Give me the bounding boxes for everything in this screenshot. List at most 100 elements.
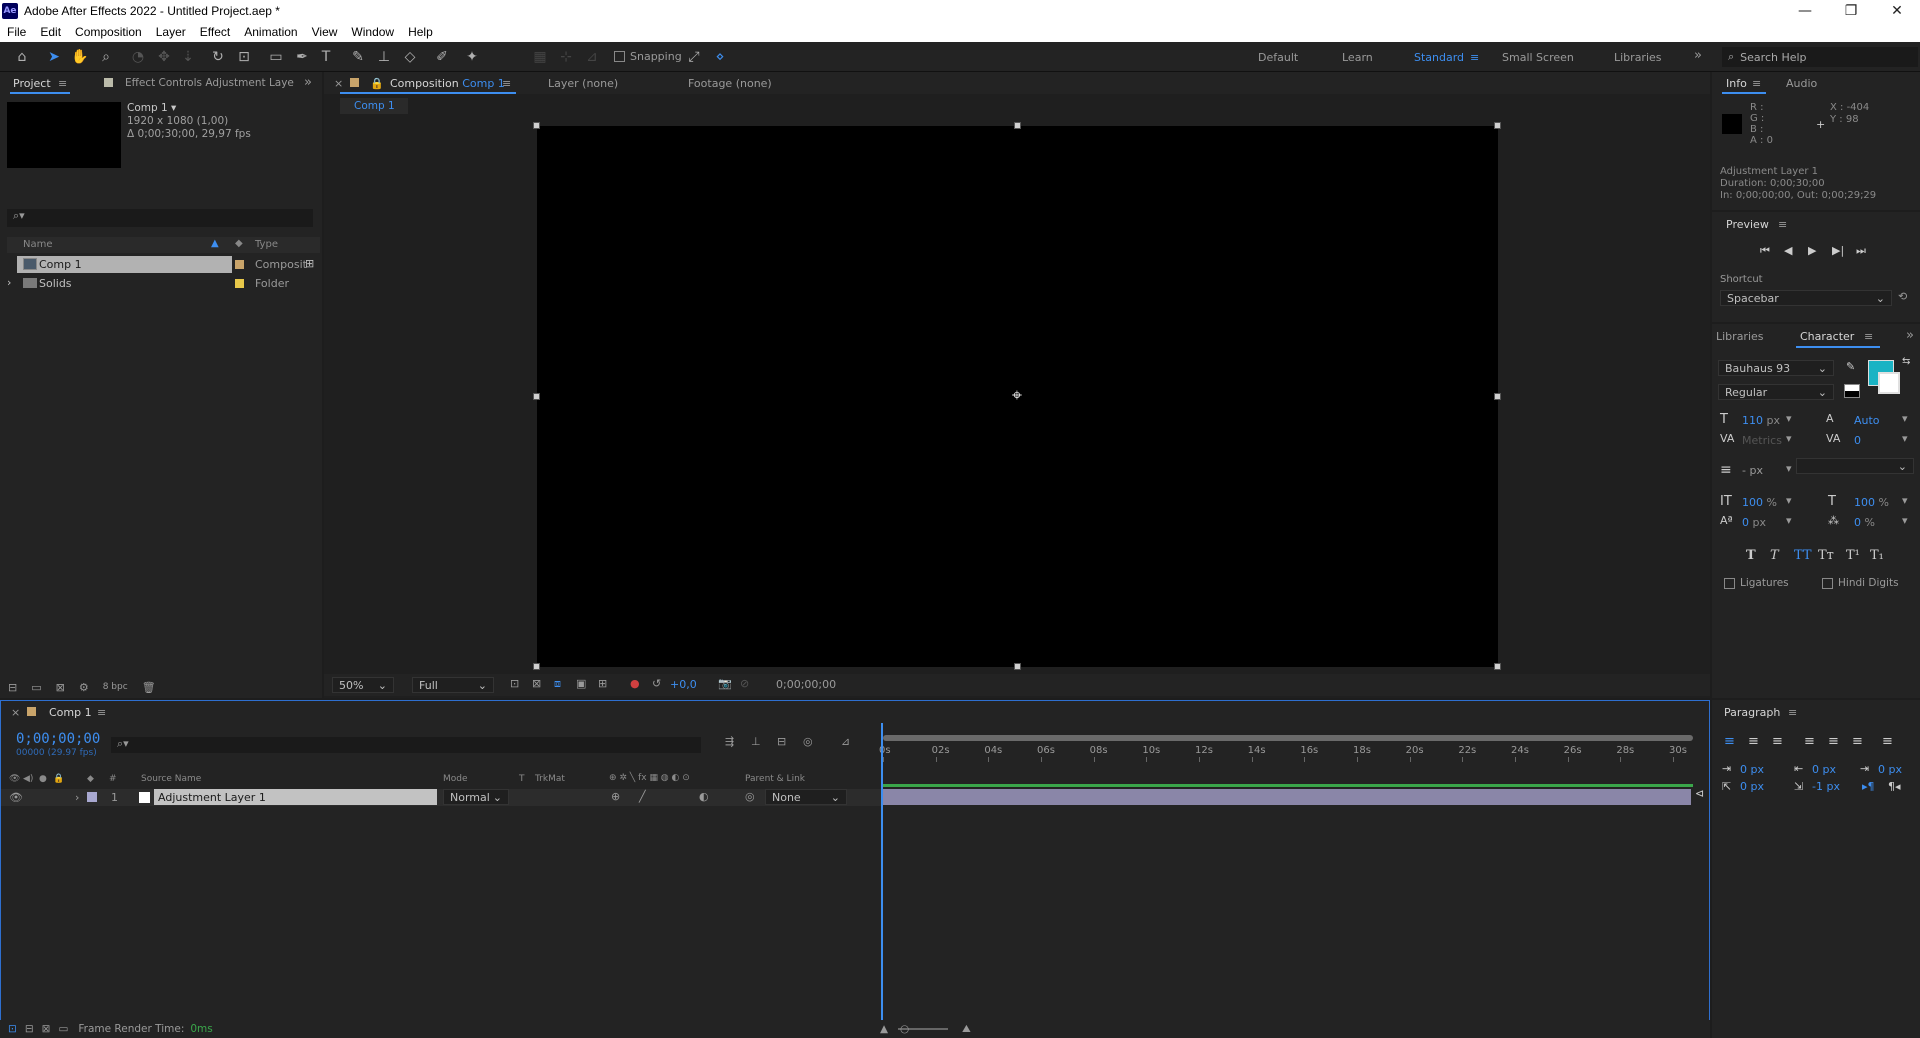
chevron-down-icon[interactable]: ▾ bbox=[1786, 412, 1792, 425]
eyedropper-icon[interactable]: ✎ bbox=[1846, 360, 1855, 373]
quality-icon[interactable]: ╱ bbox=[639, 790, 646, 803]
reset-exposure-icon[interactable]: ↺ bbox=[652, 677, 661, 690]
tab-layer[interactable]: Layer (none) bbox=[548, 77, 618, 90]
shy-layers-icon[interactable]: ⊟ bbox=[777, 735, 786, 748]
composition-breadcrumb[interactable]: Comp 1 bbox=[340, 98, 408, 114]
chevron-down-icon[interactable]: ▾ bbox=[1786, 462, 1792, 475]
all-caps-button[interactable]: TT bbox=[1794, 548, 1812, 563]
current-time-display[interactable]: 0;00;00;00 bbox=[776, 678, 836, 691]
timeline-graph[interactable]: 0s 02s 04s 06s 08s 10s 12s 14s 16s 18s 20s 22s 24s 26… bbox=[879, 723, 1709, 1021]
menu-help[interactable]: Help bbox=[401, 25, 440, 39]
mask-visibility-icon[interactable]: ⧈ bbox=[554, 677, 561, 691]
project-panel-menu-icon[interactable]: ≡ bbox=[58, 77, 67, 90]
transform-handle[interactable] bbox=[533, 663, 540, 670]
draft-3d-icon[interactable]: ⊥ bbox=[751, 735, 761, 748]
menu-view[interactable]: View bbox=[305, 25, 345, 39]
shortcut-dropdown[interactable]: Spacebar ⌄ bbox=[1720, 290, 1892, 306]
column-t[interactable]: T bbox=[519, 774, 525, 784]
local-axis-icon[interactable]: ▦ bbox=[530, 47, 550, 67]
tab-preview[interactable]: Preview bbox=[1726, 218, 1769, 231]
video-visibility-icon[interactable]: 👁 bbox=[9, 791, 23, 804]
leading-value[interactable]: Auto bbox=[1854, 414, 1880, 427]
close-tab-icon[interactable]: × bbox=[11, 706, 20, 719]
faux-italic-button[interactable]: T bbox=[1770, 548, 1779, 563]
snapping-toggle[interactable]: Snapping bbox=[614, 50, 682, 63]
zoom-tool-icon[interactable]: ⌕ bbox=[96, 47, 116, 67]
timeline-search-input[interactable]: ⌕▾ bbox=[111, 737, 701, 753]
justify-right-icon[interactable]: ≡ bbox=[1852, 734, 1863, 749]
preview-panel-menu-icon[interactable]: ≡ bbox=[1778, 218, 1787, 231]
kerning-value[interactable]: Metrics bbox=[1742, 434, 1782, 447]
playhead[interactable] bbox=[881, 723, 883, 1021]
align-left-icon[interactable]: ≡ bbox=[1724, 734, 1735, 749]
tab-project[interactable]: Project bbox=[13, 77, 51, 90]
pickwhip-icon[interactable]: ◎ bbox=[745, 790, 755, 803]
label-color-swatch[interactable] bbox=[87, 792, 97, 802]
tab-character[interactable]: Character bbox=[1800, 330, 1854, 343]
brush-tool-icon[interactable]: ✎ bbox=[348, 47, 368, 67]
faux-bold-button[interactable]: T bbox=[1746, 548, 1756, 563]
column-name[interactable]: Name bbox=[23, 239, 53, 250]
transform-handle[interactable] bbox=[533, 122, 540, 129]
column-trkmat[interactable]: TrkMat bbox=[535, 774, 565, 784]
font-style-dropdown[interactable]: Regular ⌄ bbox=[1718, 384, 1834, 400]
label-tag-icon[interactable]: ◆ bbox=[235, 238, 243, 249]
comp-mini-flowchart-icon[interactable]: ⇶ bbox=[725, 735, 734, 748]
zoom-slider-thumb[interactable]: ○ bbox=[900, 1023, 909, 1035]
rtl-direction-icon[interactable]: ¶◂ bbox=[1888, 780, 1901, 793]
rotation-tool-icon[interactable]: ↻ bbox=[208, 47, 228, 67]
workspace-menu-icon[interactable]: ≡ bbox=[1470, 51, 1479, 64]
chevron-down-icon[interactable]: ▾ bbox=[1786, 432, 1792, 445]
font-family-dropdown[interactable]: Bauhaus 93 ⌄ bbox=[1718, 360, 1834, 376]
last-frame-icon[interactable]: ⏭ bbox=[1856, 244, 1866, 258]
menu-effect[interactable]: Effect bbox=[193, 25, 237, 39]
expand-arrow-icon[interactable]: › bbox=[75, 791, 79, 804]
maximize-button[interactable]: ❐ bbox=[1828, 0, 1874, 22]
vertical-scale-value[interactable]: 100 % bbox=[1742, 496, 1777, 509]
zoom-in-icon[interactable]: ⛰ bbox=[962, 1023, 971, 1036]
subscript-button[interactable]: T₁ bbox=[1870, 548, 1884, 563]
interpret-footage-icon[interactable]: ⊟ bbox=[8, 681, 17, 694]
label-color-swatch[interactable] bbox=[235, 260, 244, 269]
transform-handle[interactable] bbox=[1014, 122, 1021, 129]
tab-timeline-comp[interactable]: Comp 1 bbox=[49, 706, 92, 719]
tracking-value[interactable]: 0 bbox=[1854, 434, 1861, 447]
transform-handle[interactable] bbox=[533, 393, 540, 400]
menu-animation[interactable]: Animation bbox=[237, 25, 304, 39]
channel-icon[interactable]: ● bbox=[630, 677, 640, 690]
menu-file[interactable]: File bbox=[0, 25, 33, 39]
column-mode[interactable]: Mode bbox=[443, 774, 468, 784]
menu-layer[interactable]: Layer bbox=[149, 25, 193, 39]
hindi-digits-checkbox[interactable] bbox=[1822, 578, 1833, 589]
snap-features-icon[interactable]: ⋄ bbox=[710, 47, 730, 67]
workspace-libraries[interactable]: Libraries bbox=[1614, 51, 1662, 64]
column-parent[interactable]: Parent & Link bbox=[745, 774, 805, 784]
resolution-dropdown[interactable]: Full ⌄ bbox=[412, 677, 494, 693]
transform-handle[interactable] bbox=[1494, 393, 1501, 400]
frame-blending-icon[interactable]: ◎ bbox=[803, 735, 813, 748]
expand-transfer-controls-icon[interactable]: ⊟ bbox=[25, 1023, 34, 1035]
snap-edges-icon[interactable]: ⤢ bbox=[684, 47, 704, 67]
tab-paragraph[interactable]: Paragraph bbox=[1724, 706, 1780, 719]
panel-overflow-icon[interactable]: » bbox=[1906, 328, 1914, 343]
timeline-panel-menu-icon[interactable]: ≡ bbox=[97, 706, 106, 719]
composition-canvas[interactable]: ⌖ bbox=[533, 122, 1501, 670]
timeline-current-time[interactable]: 0;00;00;00 bbox=[16, 731, 100, 747]
chevron-down-icon[interactable]: ▾ bbox=[171, 102, 176, 114]
panel-overflow-icon[interactable]: » bbox=[304, 75, 312, 90]
info-panel-menu-icon[interactable]: ≡ bbox=[1752, 77, 1761, 90]
baseline-shift-value[interactable]: 0 px bbox=[1742, 516, 1766, 529]
indent-left-value[interactable]: 0 px bbox=[1740, 763, 1764, 776]
loop-icon[interactable]: ⟲ bbox=[1898, 290, 1907, 303]
timeline-layer-row[interactable]: 👁 › 1 Adjustment Layer 1 Normal ⌄ ⊕ ╱ ◐ ◎… bbox=[1, 789, 881, 806]
world-axis-icon[interactable]: ⊹ bbox=[556, 47, 576, 67]
new-folder-icon[interactable]: ▭ bbox=[31, 681, 41, 694]
label-color-swatch[interactable] bbox=[235, 279, 244, 288]
font-size-value[interactable]: 110 px bbox=[1742, 414, 1780, 427]
column-source-name[interactable]: Source Name bbox=[141, 774, 201, 784]
pen-tool-icon[interactable]: ✒ bbox=[292, 47, 312, 67]
sort-ascending-icon[interactable]: ▲ bbox=[211, 238, 219, 249]
justify-all-icon[interactable]: ≡ bbox=[1882, 734, 1893, 749]
transparency-grid-icon[interactable]: ⊠ bbox=[532, 677, 541, 690]
clone-stamp-tool-icon[interactable]: ⊥ bbox=[374, 47, 394, 67]
